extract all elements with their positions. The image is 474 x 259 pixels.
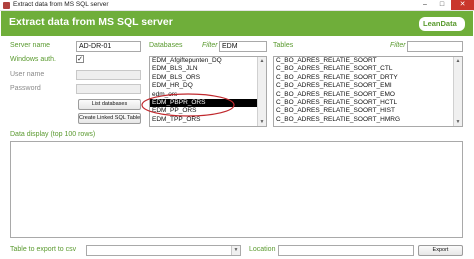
- server-name-input[interactable]: AD-DR-01: [76, 41, 141, 52]
- close-icon: ✕: [459, 1, 466, 8]
- scroll-up-icon[interactable]: ▲: [454, 57, 462, 65]
- databases-label: Databases: [149, 42, 183, 49]
- user-name-input[interactable]: [76, 70, 141, 80]
- password-input[interactable]: [76, 84, 141, 94]
- tables-filter-input[interactable]: [407, 41, 463, 52]
- databases-filter-input[interactable]: EDM: [219, 41, 267, 52]
- maximize-button[interactable]: □: [434, 0, 450, 10]
- leandata-logo: LeanData: [419, 17, 465, 31]
- scroll-up-icon[interactable]: ▲: [258, 57, 266, 65]
- create-linked-table-button[interactable]: Create Linked SQL Table: [78, 113, 141, 124]
- windows-auth-checkbox[interactable]: ✓: [76, 55, 84, 63]
- check-icon: ✓: [77, 56, 83, 63]
- scroll-down-icon[interactable]: ▼: [258, 118, 266, 126]
- location-input[interactable]: [278, 245, 414, 256]
- export-button[interactable]: Export: [418, 245, 463, 256]
- window-title: Extract data from MS SQL server: [13, 1, 109, 8]
- databases-list-item[interactable]: EDM_BLS_JLN: [150, 65, 266, 73]
- close-button[interactable]: ✕: [451, 0, 474, 10]
- app-icon: [3, 2, 10, 9]
- tables-list-item[interactable]: C_BO_ADRES_RELATIE_SOORT_HIST: [274, 107, 462, 115]
- databases-scrollbar[interactable]: ▲ ▼: [257, 57, 266, 126]
- data-display-label: Data display (top 100 rows): [10, 131, 96, 138]
- tables-list-item[interactable]: C_BO_ADRES_RELATIE_SOORT: [274, 57, 462, 65]
- databases-list-item[interactable]: EDM_BLS_ORS: [150, 74, 266, 82]
- header-banner: Extract data from MS SQL server LeanData: [1, 11, 473, 36]
- dropdown-arrow-icon[interactable]: ▼: [231, 246, 240, 255]
- tables-filter-label: Filter: [390, 42, 406, 49]
- location-label: Location: [249, 246, 276, 253]
- tables-scrollbar[interactable]: ▲ ▼: [453, 57, 462, 126]
- password-label: Password: [10, 85, 41, 92]
- tables-list[interactable]: C_BO_ADRES_RELATIE_SOORT C_BO_ADRES_RELAT…: [273, 56, 463, 127]
- databases-filter-label: Filter: [202, 42, 218, 49]
- tables-list-item[interactable]: C_BO_ADRES_RELATIE_SOORT_EMO: [274, 91, 462, 99]
- tables-label: Tables: [273, 42, 294, 49]
- tables-list-item[interactable]: C_BO_ADRES_RELATIE_SOORT_DRTY: [274, 74, 462, 82]
- user-name-label: User name: [10, 71, 45, 78]
- logo-text: LeanData: [423, 19, 457, 28]
- list-databases-button[interactable]: List databases: [78, 99, 141, 110]
- tables-list-item[interactable]: C_BO_ADRES_RELATIE_SOORT_HCTL: [274, 99, 462, 107]
- export-table-dropdown[interactable]: ▼: [86, 245, 241, 256]
- maximize-icon: □: [439, 1, 445, 8]
- export-table-label: Table to export to csv: [10, 246, 77, 253]
- databases-list-item[interactable]: EDM_Afgiftepunten_DQ: [150, 57, 266, 65]
- server-name-label: Server name: [10, 42, 51, 49]
- tables-list-item[interactable]: C_BO_ADRES_RELATIE_SOORT_CTL: [274, 65, 462, 73]
- tables-list-item[interactable]: C_BO_ADRES_RELATIE_SOORT_EMI: [274, 82, 462, 90]
- data-display-area[interactable]: [10, 141, 463, 238]
- header-title: Extract data from MS SQL server: [9, 16, 173, 28]
- windows-auth-label: Windows auth.: [10, 56, 56, 63]
- tables-list-item[interactable]: C_BO_ADRES_RELATIE_SOORT_HMRG: [274, 116, 462, 124]
- databases-list-item[interactable]: EDM_HR_DQ: [150, 82, 266, 90]
- title-bar: Extract data from MS SQL server – □ ✕: [0, 0, 474, 11]
- selection-highlight-ellipse: [141, 93, 235, 117]
- minimize-button[interactable]: –: [417, 0, 433, 10]
- scroll-down-icon[interactable]: ▼: [454, 118, 462, 126]
- minimize-icon: –: [423, 1, 427, 8]
